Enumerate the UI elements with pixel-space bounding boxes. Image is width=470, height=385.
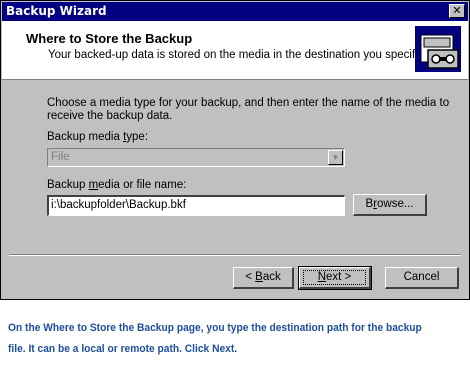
media-name-label: Backup media or file name: — [47, 179, 187, 191]
page-subtitle: Your backed-up data is stored on the med… — [48, 49, 424, 61]
media-type-value: File — [51, 151, 70, 163]
media-type-label: Backup media type: — [47, 131, 149, 143]
media-type-select: File ▼ — [47, 148, 345, 167]
backup-wizard-dialog: Backup Wizard ✕ Where to Store the Backu… — [0, 0, 470, 300]
window-title: Backup Wizard — [6, 4, 107, 18]
next-button[interactable]: Next > — [298, 266, 372, 290]
back-button[interactable]: < Back — [233, 267, 294, 289]
cancel-button[interactable]: Cancel — [385, 267, 459, 289]
backup-media-icon — [415, 26, 461, 72]
title-bar: Backup Wizard ✕ — [2, 2, 468, 21]
wizard-header: Where to Store the Backup Your backed-up… — [2, 21, 468, 80]
browse-button[interactable]: Browse... — [353, 194, 427, 216]
caption-text: On the Where to Store the Backup page, y… — [8, 322, 422, 355]
instructions-text: Choose a media type for your backup, and… — [47, 97, 450, 122]
media-name-input[interactable]: i:\backupfolder\Backup.bkf — [47, 195, 345, 216]
page-title: Where to Store the Backup — [26, 31, 193, 46]
close-button[interactable]: ✕ — [449, 4, 465, 18]
separator — [9, 254, 461, 256]
focus-rect — [303, 270, 366, 285]
media-name-value: i:\backupfolder\Backup.bkf — [51, 199, 186, 211]
chevron-down-icon: ▼ — [328, 150, 343, 165]
